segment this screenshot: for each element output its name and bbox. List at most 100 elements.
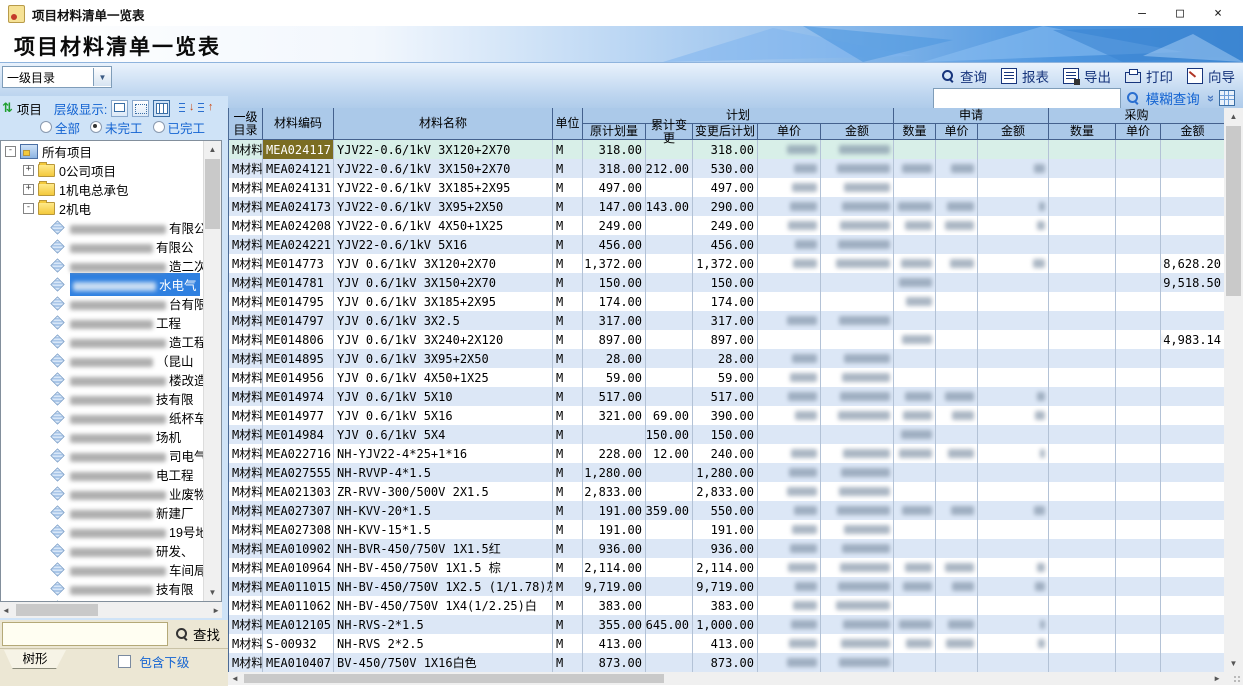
cell-material-name[interactable]: NH-KVV-20*1.5 (334, 501, 553, 520)
cell-unit[interactable]: M (553, 520, 583, 539)
cell-value[interactable] (894, 501, 936, 520)
cell-value[interactable] (1116, 273, 1161, 292)
cell-value[interactable] (978, 216, 1049, 235)
cell-value[interactable] (1116, 387, 1161, 406)
cell-value[interactable] (646, 482, 693, 501)
cell-value[interactable] (758, 387, 821, 406)
cell-value[interactable] (821, 273, 894, 292)
cell-value[interactable]: 8,628.20 (1161, 254, 1224, 273)
tree-item-project-4[interactable]: 台有限 (1, 294, 204, 313)
tree-item-project-16[interactable]: 19号地 (1, 522, 204, 541)
table-row[interactable]: M材料ME014895YJV 0.6/1kV 3X95+2X50M28.0028… (229, 349, 1224, 368)
cell-unit[interactable]: M (553, 558, 583, 577)
cell-material-name[interactable]: YJV22-0.6/1kV 5X16 (334, 235, 553, 254)
cell-value[interactable] (936, 292, 978, 311)
tree-item-2机电[interactable]: -2机电 (1, 199, 204, 218)
cell-value[interactable] (1161, 235, 1224, 254)
cell-material-name[interactable]: BV-450/750V 1X16白色 (334, 653, 553, 672)
cell-material-name[interactable]: YJV22-0.6/1kV 3X95+2X50 (334, 197, 553, 216)
cell-unit[interactable]: M (553, 178, 583, 197)
collapse-icon[interactable]: - (5, 146, 16, 157)
cell-value[interactable]: 1,280.00 (583, 463, 646, 482)
cell-value[interactable] (936, 520, 978, 539)
cell-unit[interactable]: M (553, 539, 583, 558)
cell-value[interactable]: 69.00 (646, 406, 693, 425)
cell-value[interactable] (936, 653, 978, 672)
cell-value[interactable] (936, 596, 978, 615)
table-row[interactable]: M材料MEA024131YJV22-0.6/1kV 3X185+2X95M497… (229, 178, 1224, 197)
cell-value[interactable] (894, 520, 936, 539)
cell-unit[interactable]: M (553, 501, 583, 520)
cell-value[interactable] (821, 558, 894, 577)
cell-value[interactable] (978, 653, 1049, 672)
table-row[interactable]: M材料MEA027307NH-KVV-20*1.5M191.00359.0055… (229, 501, 1224, 520)
cell-value[interactable] (978, 615, 1049, 634)
fuzzy-search-button[interactable]: 模糊查询 (1146, 88, 1200, 108)
cell-value[interactable]: 143.00 (646, 197, 693, 216)
find-input[interactable] (2, 622, 168, 646)
table-row[interactable]: M材料MEA010407BV-450/750V 1X16白色M873.00873… (229, 653, 1224, 672)
tree-item-project-15[interactable]: 新建厂 (1, 503, 204, 522)
cell-value[interactable] (894, 406, 936, 425)
cell-value[interactable] (821, 615, 894, 634)
cell-material-name[interactable]: YJV 0.6/1kV 5X10 (334, 387, 553, 406)
cell-catalog[interactable]: M材料 (229, 292, 263, 311)
cell-value[interactable] (1161, 387, 1224, 406)
cell-value[interactable] (758, 273, 821, 292)
column-header-3[interactable]: 单位 (553, 108, 583, 140)
cell-value[interactable]: 191.00 (583, 520, 646, 539)
cell-value[interactable] (936, 368, 978, 387)
cell-material-name[interactable]: NH-YJV22-4*25+1*16 (334, 444, 553, 463)
cell-value[interactable]: 413.00 (693, 634, 758, 653)
cell-value[interactable] (1161, 159, 1224, 178)
cell-value[interactable] (758, 140, 821, 159)
cell-material-name[interactable]: YJV22-0.6/1kV 3X150+2X70 (334, 159, 553, 178)
cell-value[interactable] (894, 387, 936, 406)
tree-item-project-9[interactable]: 技有限 (1, 389, 204, 408)
cell-value[interactable] (1161, 178, 1224, 197)
cell-value[interactable]: 383.00 (583, 596, 646, 615)
cell-value[interactable] (1049, 615, 1116, 634)
cell-material-name[interactable]: YJV22-0.6/1kV 4X50+1X25 (334, 216, 553, 235)
cell-unit[interactable]: M (553, 444, 583, 463)
cell-value[interactable] (758, 311, 821, 330)
cell-value[interactable] (646, 577, 693, 596)
cell-value[interactable] (1161, 197, 1224, 216)
tree-horizontal-scrollbar[interactable]: ◄ ► (0, 602, 222, 618)
cell-unit[interactable]: M (553, 425, 583, 444)
cell-catalog[interactable]: M材料 (229, 273, 263, 292)
include-children-checkbox[interactable] (118, 655, 131, 668)
table-row[interactable]: M材料S-00932NH-RVS 2*2.5M413.00413.00 (229, 634, 1224, 653)
tree-item-0公司项目[interactable]: +0公司项目 (1, 161, 204, 180)
cell-value[interactable] (936, 406, 978, 425)
cell-value[interactable] (894, 368, 936, 387)
table-row[interactable]: M材料ME014795YJV 0.6/1kV 3X185+2X95M174.00… (229, 292, 1224, 311)
minimize-button[interactable]: – (1123, 0, 1161, 26)
cell-value[interactable] (1116, 596, 1161, 615)
cell-value[interactable] (936, 558, 978, 577)
cell-value[interactable]: 9,518.50 (1161, 273, 1224, 292)
cell-value[interactable] (978, 197, 1049, 216)
cell-value[interactable] (821, 140, 894, 159)
cell-value[interactable] (1116, 178, 1161, 197)
cell-value[interactable] (894, 349, 936, 368)
cell-value[interactable] (936, 615, 978, 634)
cell-value[interactable] (978, 596, 1049, 615)
cell-value[interactable] (978, 406, 1049, 425)
cell-value[interactable] (758, 406, 821, 425)
cell-material-code[interactable]: MEA024208 (263, 216, 334, 235)
cell-value[interactable] (978, 387, 1049, 406)
cell-catalog[interactable]: M材料 (229, 615, 263, 634)
cell-value[interactable] (1049, 330, 1116, 349)
cell-value[interactable] (894, 235, 936, 254)
cell-material-name[interactable]: YJV22-0.6/1kV 3X120+2X70 (334, 140, 553, 159)
table-row[interactable]: M材料MEA024221YJV22-0.6/1kV 5X16M456.00456… (229, 235, 1224, 254)
cell-value[interactable]: 9,719.00 (583, 577, 646, 596)
cell-unit[interactable]: M (553, 254, 583, 273)
cell-catalog[interactable]: M材料 (229, 254, 263, 273)
cell-material-code[interactable]: MEA024131 (263, 178, 334, 197)
tree-item-project-7[interactable]: （昆山 (1, 351, 204, 370)
maximize-button[interactable]: □ (1161, 0, 1199, 26)
tree-item-project-5[interactable]: 工程 (1, 313, 204, 332)
cell-value[interactable] (821, 387, 894, 406)
